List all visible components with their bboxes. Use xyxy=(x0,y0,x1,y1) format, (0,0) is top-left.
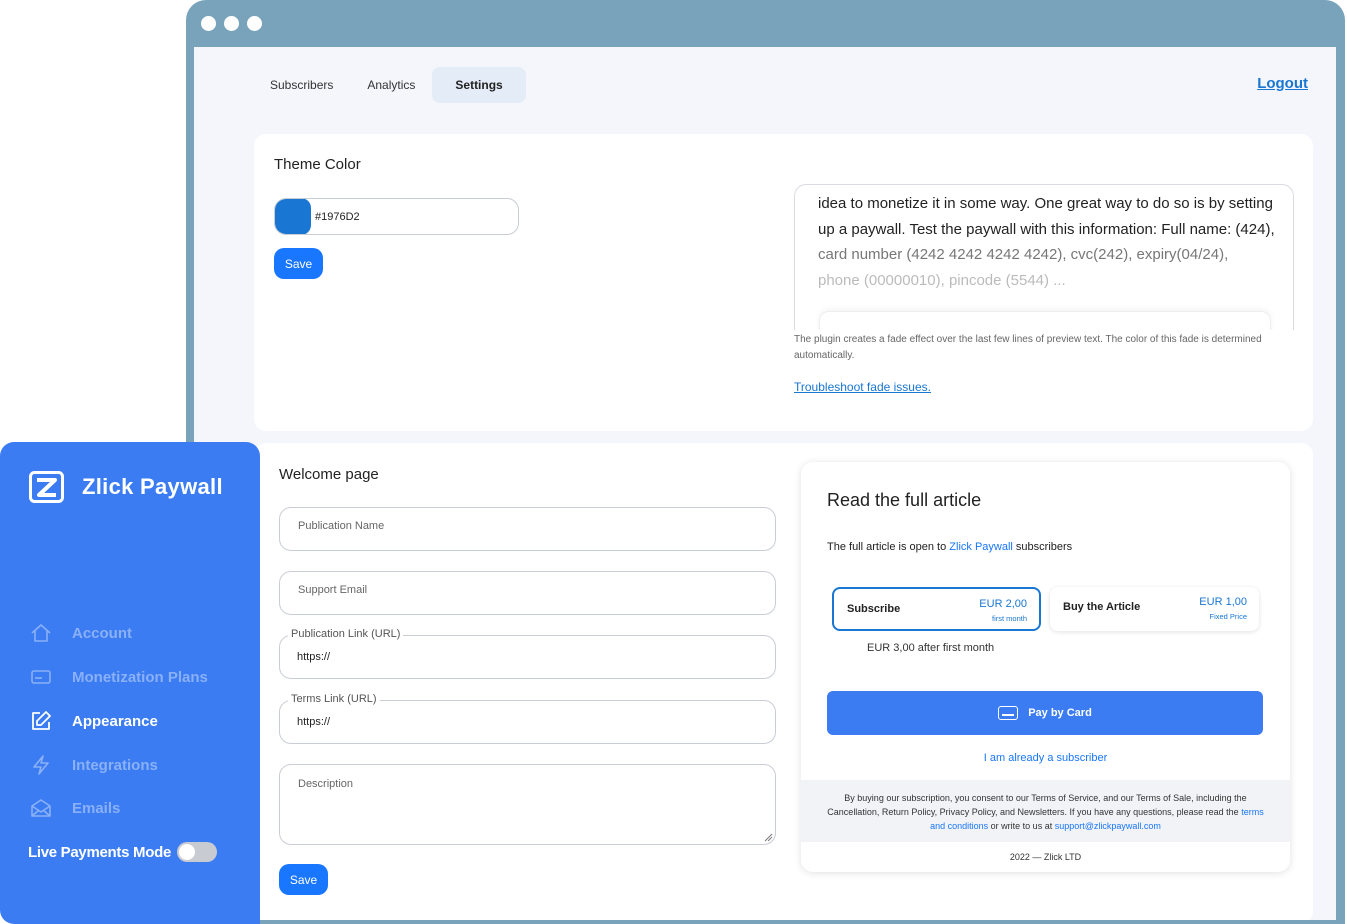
publication-link-input[interactable]: Publication Link (URL) https:// xyxy=(279,628,776,679)
live-payments-toggle[interactable] xyxy=(176,842,217,862)
troubleshoot-fade-link[interactable]: Troubleshoot fade issues. xyxy=(794,380,931,394)
preview-paywall-edge xyxy=(819,311,1271,330)
description-textarea[interactable]: Description xyxy=(279,764,776,845)
legal-text: By buying our subscription, you consent … xyxy=(827,793,1247,817)
sidebar-item-label: Account xyxy=(72,624,132,642)
option-name: Subscribe xyxy=(847,603,901,615)
support-email-input[interactable]: Support Email xyxy=(279,571,776,615)
support-email-link[interactable]: support@zlickpaywall.com xyxy=(1055,821,1161,831)
welcome-save-button[interactable]: Save xyxy=(279,864,328,895)
after-first-month-text: EUR 3,00 after first month xyxy=(867,642,995,654)
pay-by-card-label: Pay by Card xyxy=(1028,707,1092,719)
zlick-logo-icon xyxy=(29,471,64,503)
window-dot-icon[interactable] xyxy=(201,16,216,31)
sidebar-item-label: Emails xyxy=(72,799,121,817)
window-dot-icon[interactable] xyxy=(224,16,239,31)
tab-analytics[interactable]: Analytics xyxy=(350,67,432,103)
top-nav: Subscribers Analytics Settings xyxy=(253,67,526,103)
preview-line: phone (00000010), pincode (5544) ... xyxy=(818,271,1066,289)
terms-link-label: Terms Link (URL) xyxy=(288,693,380,705)
credit-card-icon xyxy=(30,666,52,688)
sidebar-item-appearance[interactable]: Appearance xyxy=(30,710,158,732)
tab-subscribers[interactable]: Subscribers xyxy=(253,67,350,103)
sidebar-item-label: Monetization Plans xyxy=(72,668,208,686)
publication-link-label: Publication Link (URL) xyxy=(288,628,404,640)
tab-settings[interactable]: Settings xyxy=(432,67,526,103)
theme-color-card: Theme Color #1976D2 Save idea to monetiz… xyxy=(254,134,1313,431)
already-subscriber-link[interactable]: I am already a subscriber xyxy=(801,752,1290,764)
sidebar-item-monetization-plans[interactable]: Monetization Plans xyxy=(30,666,208,688)
publication-name-placeholder: Publication Name xyxy=(298,520,385,532)
legal-mid-text: or write to us at xyxy=(988,821,1055,831)
color-input[interactable]: #1976D2 xyxy=(274,198,519,235)
app-viewport: Subscribers Analytics Settings Logout Th… xyxy=(194,47,1336,920)
theme-color-title: Theme Color xyxy=(274,156,361,173)
paywall-preview: Read the full article The full article i… xyxy=(801,462,1290,872)
credit-card-icon xyxy=(998,706,1019,720)
terms-link-input[interactable]: Terms Link (URL) https:// xyxy=(279,693,776,744)
window-controls xyxy=(201,16,262,31)
live-payments-mode: Live Payments Mode xyxy=(28,842,217,862)
theme-save-button[interactable]: Save xyxy=(274,248,323,279)
paywall-subtitle-suffix: subscribers xyxy=(1012,541,1073,553)
paywall-title: Read the full article xyxy=(827,490,982,510)
welcome-page-card: Welcome page Publication Name Support Em… xyxy=(254,443,1313,920)
pay-by-card-button[interactable]: Pay by Card xyxy=(827,691,1263,735)
envelope-icon xyxy=(30,797,52,819)
option-note: first month xyxy=(991,614,1027,623)
sidebar-item-integrations[interactable]: Integrations xyxy=(30,754,158,776)
edit-icon xyxy=(30,710,52,732)
paywall-brand-link[interactable]: Zlick Paywall xyxy=(949,541,1013,553)
option-note: Fixed Price xyxy=(1209,612,1247,621)
fade-preview: idea to monetize it in some way. One gre… xyxy=(794,184,1294,330)
sidebar-item-account[interactable]: Account xyxy=(30,622,132,644)
subscribe-option[interactable]: Subscribe EUR 2,00 first month xyxy=(832,587,1041,631)
buy-article-option[interactable]: Buy the Article EUR 1,00 Fixed Price xyxy=(1050,587,1259,631)
paywall-subtitle: The full article is open to Zlick Paywal… xyxy=(827,541,1072,553)
option-name: Buy the Article xyxy=(1063,601,1141,613)
home-icon xyxy=(30,622,52,644)
sidebar-item-label: Integrations xyxy=(72,756,158,774)
publication-name-input[interactable]: Publication Name xyxy=(279,507,776,551)
preview-text: idea to monetize it in some way. One gre… xyxy=(818,191,1278,293)
paywall-subtitle-prefix: The full article is open to xyxy=(827,541,950,553)
legal-notice: By buying our subscription, you consent … xyxy=(801,780,1290,842)
terms-link-value: https:// xyxy=(297,716,331,728)
logout-link[interactable]: Logout xyxy=(1257,75,1308,92)
fade-note: The plugin creates a fade effect over th… xyxy=(794,334,1262,361)
sidebar: Zlick Paywall Account Monetization Plans… xyxy=(0,442,260,924)
description-placeholder: Description xyxy=(298,778,354,790)
welcome-page-title: Welcome page xyxy=(279,466,379,483)
lightning-icon xyxy=(30,754,52,776)
option-price: EUR 1,00 xyxy=(1199,596,1247,608)
copyright: 2022 — Zlick LTD xyxy=(1009,852,1082,862)
browser-window: Subscribers Analytics Settings Logout Th… xyxy=(186,0,1345,924)
publication-link-value: https:// xyxy=(297,651,331,663)
sidebar-item-label: Appearance xyxy=(72,712,158,730)
preview-line: idea to monetize it in some way. One gre… xyxy=(818,195,1273,212)
window-dot-icon[interactable] xyxy=(247,16,262,31)
color-swatch[interactable] xyxy=(275,199,311,234)
color-value: #1976D2 xyxy=(315,210,360,223)
live-payments-label: Live Payments Mode xyxy=(28,843,171,861)
brand-name: Zlick Paywall xyxy=(82,474,223,499)
preview-line: card number (4242 4242 4242 4242), cvc(2… xyxy=(818,246,1229,263)
support-email-placeholder: Support Email xyxy=(298,584,368,596)
preview-line: up a paywall. Test the paywall with this… xyxy=(818,220,1275,238)
option-price: EUR 2,00 xyxy=(979,598,1027,610)
sidebar-item-emails[interactable]: Emails xyxy=(30,797,120,819)
resize-grip-icon[interactable] xyxy=(764,833,773,842)
